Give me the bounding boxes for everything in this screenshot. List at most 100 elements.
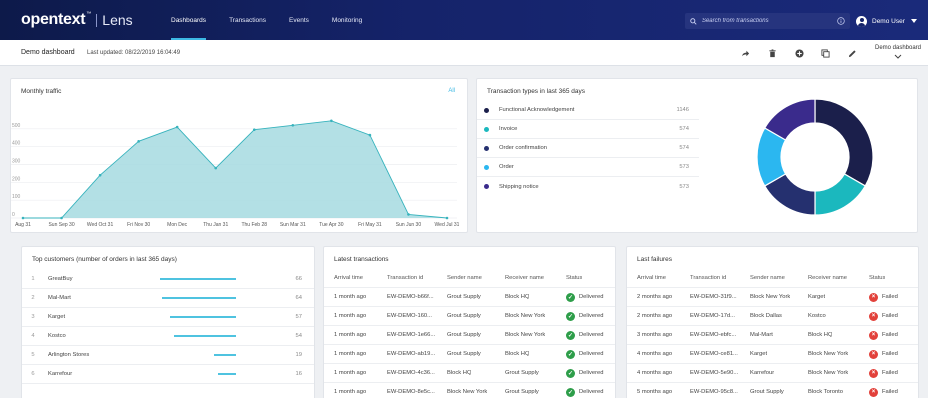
delivered-status-icon: ✓ [566,330,575,340]
table-row[interactable]: 2 months ago EW-DEMO-17d... Block Dallas Ko… [627,307,918,326]
column-header[interactable]: Receiver name [505,275,544,281]
transaction-id[interactable]: EW-DEMO-b66f... [387,294,434,300]
last-failures-card: Last failures Arrival time Transaction id… [626,246,919,398]
opentext-lens-logo[interactable]: opentext ™ Lens [21,9,133,31]
customer-bar [217,373,236,375]
customer-name: Mal-Mart [48,295,71,301]
all-link[interactable]: All [448,88,455,94]
failed-status-icon: × [869,311,878,321]
table-row[interactable]: 1 month ago EW-DEMO-160... Grout Supply Blo… [324,307,615,326]
info-icon[interactable] [837,17,845,25]
table-row[interactable]: 1 month ago EW-DEMO-1e66... Grout Supply Bl… [324,326,615,345]
traffic-point[interactable] [291,123,295,127]
traffic-point[interactable] [98,173,102,177]
arrival-time: 3 months ago [637,332,673,338]
legend-item[interactable]: Order 573 [477,158,699,177]
column-header[interactable]: Arrival time [637,275,666,281]
customer-order-count: 19 [295,352,302,358]
traffic-point[interactable] [407,213,410,216]
column-header[interactable]: Sender name [750,275,785,281]
transaction-id[interactable]: EW-DEMO-17d... [690,313,735,319]
traffic-point[interactable] [445,216,449,220]
legend-item[interactable]: Functional Acknowledgement 1146 [477,101,699,120]
customer-bar [173,335,236,337]
transaction-id[interactable]: EW-DEMO-ab19... [387,351,435,357]
table-row[interactable]: 4 months ago EW-DEMO-ce81... Karget Block N… [627,345,918,364]
transaction-id[interactable]: EW-DEMO-5e90... [690,370,738,376]
column-header[interactable]: Status [869,275,885,281]
legend-item[interactable]: Shipping notice 573 [477,177,699,196]
column-header[interactable]: Arrival time [334,275,363,281]
traffic-point[interactable] [330,119,333,123]
x-tick-label: Mon Dec [167,222,188,228]
table-row[interactable]: 1 month ago EW-DEMO-b66f... Grout Supply Bl… [324,288,615,307]
nav-dashboards[interactable]: Dashboards [171,0,207,40]
traffic-point[interactable] [368,133,372,137]
column-header[interactable]: Receiver name [808,275,847,281]
transaction-id[interactable]: EW-DEMO-ebfc... [690,332,736,338]
status-label: Delivered [579,351,604,357]
table-row[interactable]: 4 months ago EW-DEMO-5e90... Karrefour Bloc… [627,364,918,383]
search-input[interactable] [701,18,830,24]
table-row[interactable]: 1 month ago EW-DEMO-8e5c... Block New York… [324,383,615,398]
user-menu[interactable]: Demo User [856,13,917,29]
customer-row[interactable]: 2 Mal-Mart 64 [22,289,314,308]
nav-monitoring[interactable]: Monitoring [332,0,362,40]
add-circle-icon[interactable] [794,48,804,58]
transaction-id[interactable]: EW-DEMO-1e66... [387,332,435,338]
traffic-point[interactable] [175,125,179,129]
customer-row[interactable]: 4 Kostco 54 [22,327,314,346]
nav-events[interactable]: Events [289,0,309,40]
customer-rank: 2 [31,295,35,301]
transaction-id[interactable]: EW-DEMO-8e5c... [387,389,435,395]
traffic-point[interactable] [252,128,256,132]
x-tick-label: Aug 31 [15,222,31,228]
traffic-point[interactable] [214,166,218,170]
y-tick-label: 200 [12,176,21,182]
x-tick-label: Sun Jun 30 [396,222,422,228]
traffic-point[interactable] [60,216,63,220]
failed-status-icon: × [869,368,878,378]
column-header[interactable]: Sender name [447,275,482,281]
top-customers-card: Top customers (number of orders in last … [21,246,315,398]
transaction-id[interactable]: EW-DEMO-95c8... [690,389,738,395]
share-icon[interactable] [740,48,750,58]
customer-order-count: 64 [295,295,302,301]
table-row[interactable]: 1 month ago EW-DEMO-4c36... Block HQ Grout … [324,364,615,383]
y-tick-label: 300 [12,159,21,165]
table-row[interactable]: 2 months ago EW-DEMO-31f9... Block New Yor… [627,288,918,307]
customer-row[interactable]: 1 GreatBuy 66 [22,270,314,289]
column-header[interactable]: Transaction id [387,275,423,281]
dashboard-header: Demo dashboard Last updated: 08/22/2019 … [0,40,928,66]
table-row[interactable]: 1 month ago EW-DEMO-ab19... Grout Supply Bl… [324,345,615,364]
table-row[interactable]: 3 months ago EW-DEMO-ebfc... Mal-Mart Block… [627,326,918,345]
copy-icon[interactable] [820,48,830,58]
customer-name: Karget [48,314,66,320]
transaction-id[interactable]: EW-DEMO-ce81... [690,351,738,357]
edit-icon[interactable] [847,48,857,58]
customer-row[interactable]: 5 Arlington Stores 19 [22,346,314,365]
legend-item[interactable]: Invoice 574 [477,120,699,139]
receiver-name: Karget [808,294,826,300]
donut-slice[interactable] [814,98,874,187]
transaction-id[interactable]: EW-DEMO-160... [387,313,432,319]
transaction-id[interactable]: EW-DEMO-4c36... [387,370,435,376]
table-header-row: Arrival time Transaction id Sender name Rec… [324,268,615,288]
column-header[interactable]: Transaction id [690,275,726,281]
delivered-status-icon: ✓ [566,387,575,397]
sender-name: Grout Supply [447,313,481,319]
legend-item[interactable]: Order confirmation 574 [477,139,699,158]
transaction-id[interactable]: EW-DEMO-31f9... [690,294,737,300]
traffic-point[interactable] [137,140,140,143]
y-tick-label: 400 [12,141,21,147]
delete-icon[interactable] [767,48,777,58]
last-failures-title: Last failures [637,256,673,263]
nav-transactions[interactable]: Transactions [229,0,266,40]
dashboard-select[interactable]: Demo dashboard [868,44,928,62]
traffic-point[interactable] [21,216,25,220]
customer-rank: 1 [31,276,35,282]
customer-row[interactable]: 6 Karrefour 16 [22,365,314,384]
table-row[interactable]: 5 months ago EW-DEMO-95c8... Grout Supply B… [627,383,918,398]
customer-row[interactable]: 3 Karget 57 [22,308,314,327]
column-header[interactable]: Status [566,275,582,281]
